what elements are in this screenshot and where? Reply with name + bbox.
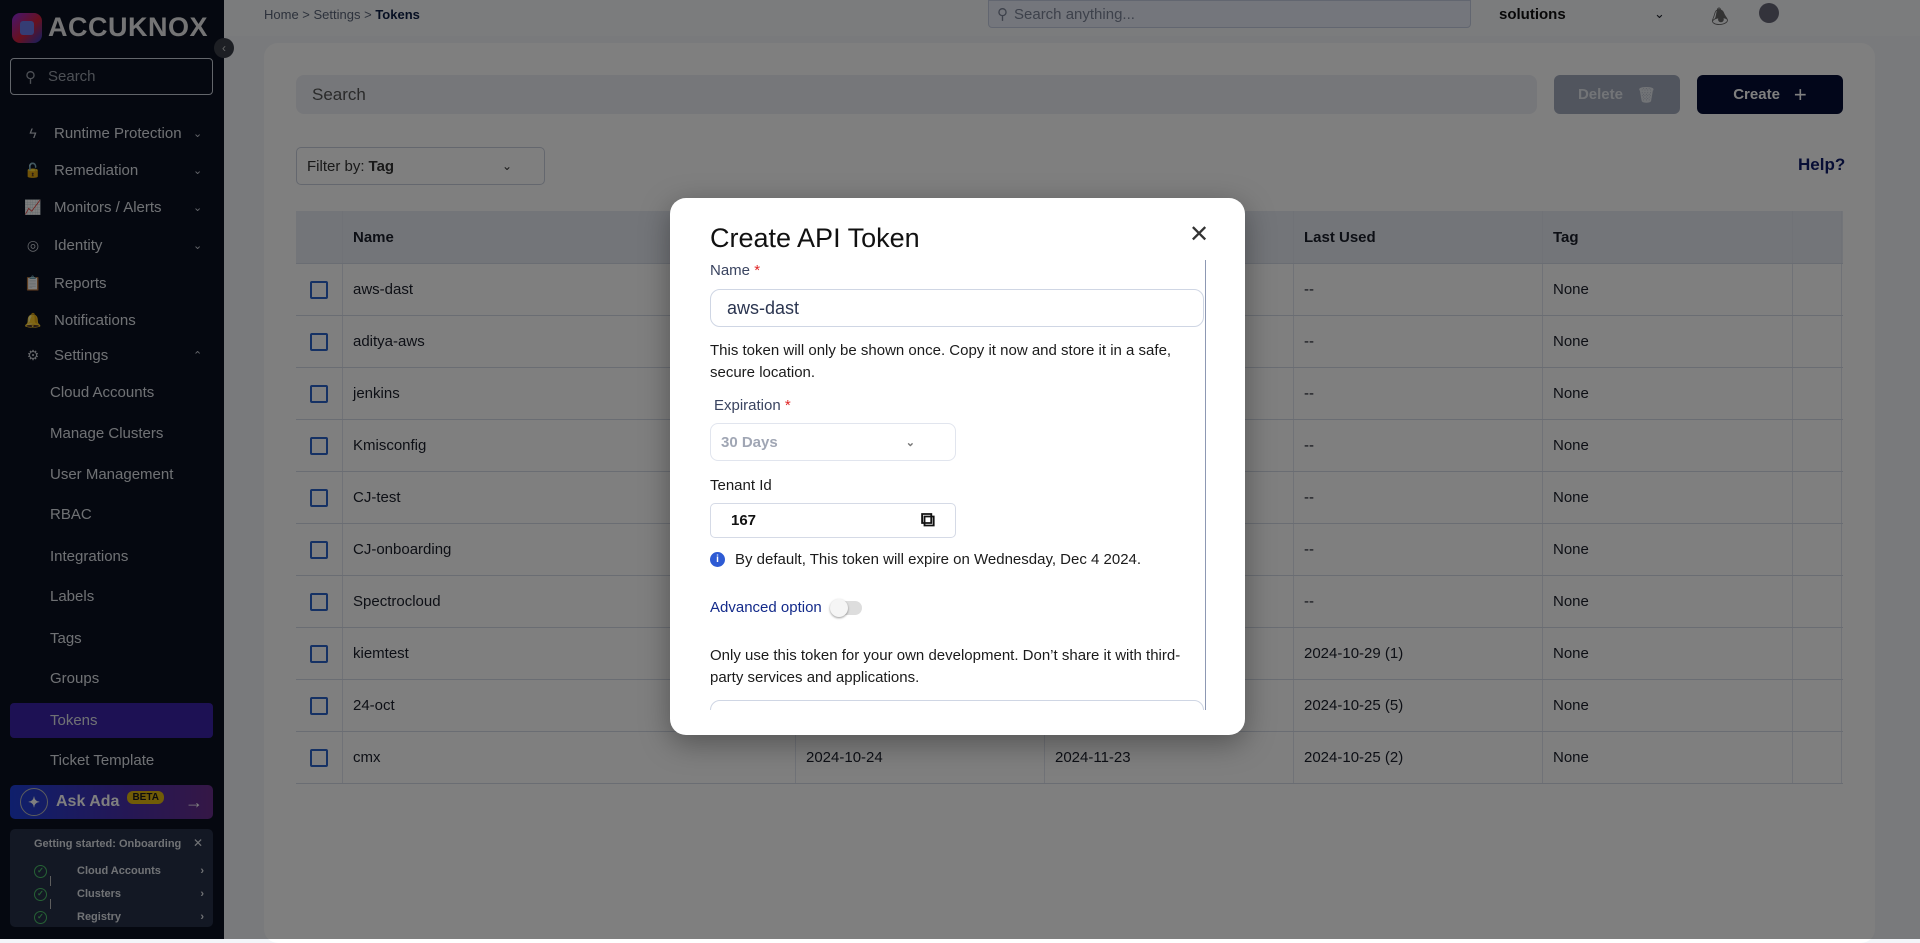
token-notice: This token will only be shown once. Copy… — [710, 342, 1172, 381]
advanced-option-toggle[interactable] — [829, 598, 862, 617]
expiration-value: 30 Days — [721, 433, 778, 451]
name-label: Name * — [710, 262, 760, 279]
tenant-id-field: 167 ⧉ — [710, 503, 956, 538]
dialog-scroll-area[interactable]: Name * aws-dast This token will only be … — [710, 260, 1206, 710]
advanced-option-label: Advanced option — [710, 599, 822, 616]
advanced-option: Advanced option — [710, 598, 862, 617]
tenant-id-value: 167 — [731, 512, 757, 529]
tenant-id-label: Tenant Id — [710, 477, 772, 494]
expiry-info-text: By default, This token will expire on We… — [735, 551, 1142, 568]
expiration-label-text: Expiration — [714, 397, 781, 414]
create-api-token-dialog: Create API Token ✕ Name * aws-dast This … — [670, 198, 1245, 735]
expiry-info: i By default, This token will expire on W… — [710, 551, 1141, 568]
required-asterisk: * — [754, 262, 761, 279]
name-value: aws-dast — [727, 297, 800, 318]
expiration-label: Expiration * — [714, 397, 791, 414]
close-icon[interactable]: ✕ — [1189, 220, 1209, 249]
dialog-title: Create API Token — [710, 223, 920, 253]
expiration-select[interactable]: 30 Days ⌄ — [710, 423, 956, 461]
copy-icon[interactable]: ⧉ — [921, 509, 935, 532]
name-input[interactable]: aws-dast — [710, 289, 1204, 327]
required-asterisk: * — [784, 397, 791, 414]
info-icon: i — [710, 552, 725, 567]
token-warning: Only use this token for your own develop… — [710, 647, 1181, 686]
name-label-text: Name — [710, 262, 751, 279]
chevron-down-icon: ⌄ — [905, 436, 915, 449]
token-output-field[interactable] — [710, 700, 1204, 710]
